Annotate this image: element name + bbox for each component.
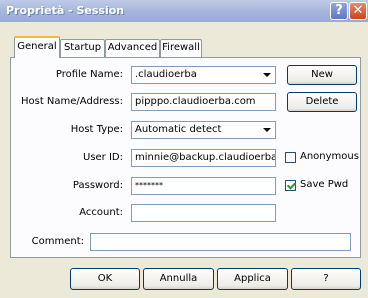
cancel-button[interactable]: Annulla (143, 268, 214, 290)
title-bar[interactable]: Proprietà - Session ? ✕ (0, 0, 368, 22)
window-title: Proprietà - Session (6, 4, 125, 17)
save-pwd-label: Save Pwd (300, 179, 349, 190)
close-icon[interactable]: ✕ (349, 2, 367, 20)
profile-name-combo[interactable]: .claudioerba (131, 66, 276, 84)
ok-button[interactable]: OK (70, 268, 140, 290)
help-button[interactable]: ? (291, 268, 361, 290)
account-label: Account: (79, 207, 123, 218)
user-id-input[interactable]: minnie@backup.claudioerba.co (131, 149, 276, 167)
tab-advanced[interactable]: Advanced (105, 39, 160, 57)
save-pwd-checkbox[interactable] (285, 180, 296, 191)
comment-input[interactable] (90, 233, 351, 251)
tab-general[interactable]: General (14, 36, 60, 58)
new-button[interactable]: New (287, 65, 357, 85)
host-label: Host Name/Address: (20, 96, 123, 107)
user-id-label: User ID: (83, 152, 123, 163)
host-input[interactable]: pipppo.claudioerba.com (131, 93, 276, 111)
help-icon[interactable]: ? (330, 2, 348, 20)
chevron-down-icon[interactable] (259, 68, 274, 82)
password-input[interactable]: ******* (131, 177, 276, 195)
anonymous-checkbox[interactable] (285, 152, 296, 163)
anonymous-label: Anonymous (300, 151, 359, 162)
host-type-label: Host Type: (70, 124, 123, 135)
host-type-value: Automatic detect (135, 124, 222, 135)
comment-label: Comment: (31, 236, 84, 247)
host-type-select[interactable]: Automatic detect (131, 121, 276, 139)
apply-button[interactable]: Applica (217, 268, 288, 290)
account-input[interactable] (131, 204, 276, 222)
delete-button[interactable]: Delete (287, 92, 357, 112)
chevron-down-icon[interactable] (259, 123, 274, 137)
profile-name-value: .claudioerba (135, 69, 197, 80)
session-properties-dialog: Proprietà - Session ? ✕ General Startup … (0, 0, 368, 298)
password-label: Password: (72, 180, 123, 191)
tab-firewall[interactable]: Firewall (160, 39, 202, 57)
profile-name-label: Profile Name: (55, 69, 123, 80)
tab-startup[interactable]: Startup (60, 39, 105, 57)
